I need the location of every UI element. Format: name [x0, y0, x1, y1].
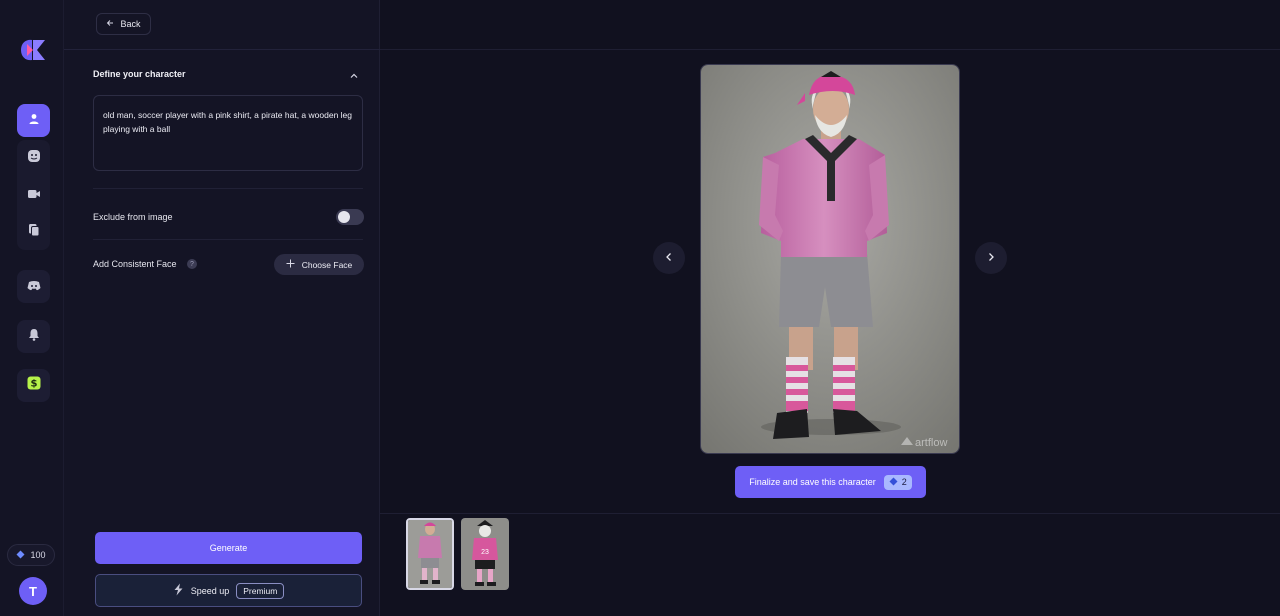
rail-item-notifications[interactable] — [17, 320, 50, 353]
app-root: $ 100 T Back Define your character old m… — [0, 0, 1280, 616]
svg-text:23: 23 — [481, 549, 489, 556]
discord-icon — [27, 278, 41, 296]
previous-image-button[interactable] — [653, 242, 685, 274]
rail-item-discord[interactable] — [17, 270, 50, 303]
next-image-button[interactable] — [975, 242, 1007, 274]
premium-badge: Premium — [236, 582, 285, 599]
thumbnail-1[interactable] — [406, 518, 454, 590]
speed-up-button[interactable]: Speed up Premium — [95, 574, 362, 607]
chevron-up-icon[interactable] — [349, 68, 359, 86]
rail-item-faces[interactable] — [17, 142, 50, 175]
plus-icon — [286, 259, 295, 270]
character-prompt-textarea[interactable]: old man, soccer player with a pink shirt… — [93, 95, 363, 171]
finalize-save-button[interactable]: Finalize and save this character 2 — [735, 466, 926, 498]
choose-face-label: Choose Face — [301, 259, 353, 270]
exclude-toggle[interactable] — [336, 209, 364, 225]
character-preview-image[interactable]: artflow — [700, 64, 960, 454]
emoji-icon — [27, 149, 41, 168]
rail-item-pricing[interactable]: $ — [17, 369, 50, 402]
finalize-label: Finalize and save this character — [749, 477, 876, 487]
diamond-icon — [889, 477, 898, 488]
app-logo-icon[interactable] — [19, 37, 47, 63]
help-icon[interactable]: ? — [187, 259, 197, 269]
bell-icon — [28, 328, 40, 346]
video-icon — [27, 187, 41, 205]
divider — [93, 239, 363, 240]
user-avatar[interactable]: T — [19, 577, 47, 605]
back-label: Back — [120, 19, 141, 29]
choose-face-button[interactable]: Choose Face — [274, 254, 364, 275]
svg-text:$: $ — [30, 379, 37, 390]
credits-count: 100 — [30, 550, 46, 560]
main-preview-area: artflow Finalize and save this character… — [380, 0, 1280, 616]
divider — [93, 188, 363, 189]
speed-up-label: Speed up — [190, 585, 230, 596]
divider — [380, 513, 1280, 514]
exclude-label: Exclude from image — [93, 212, 173, 222]
diamond-icon — [16, 550, 25, 561]
divider — [380, 49, 1280, 50]
credits-badge[interactable]: 100 — [7, 544, 55, 566]
consistent-face-label: Add Consistent Face — [93, 259, 177, 269]
toggle-knob — [338, 211, 350, 223]
cost-badge: 2 — [883, 474, 912, 490]
arrow-left-icon — [106, 19, 114, 29]
lightning-icon — [173, 583, 184, 598]
chevron-right-icon — [986, 249, 996, 267]
thumbnail-2[interactable]: 23 — [461, 518, 509, 590]
cost-value: 2 — [901, 477, 907, 487]
copy-icon — [28, 223, 40, 242]
chevron-left-icon — [664, 249, 674, 267]
character-settings-panel: Back Define your character old man, socc… — [64, 0, 380, 616]
rail-item-character[interactable] — [17, 104, 50, 137]
panel-divider — [64, 49, 380, 50]
generate-button[interactable]: Generate — [95, 532, 362, 564]
dollar-icon: $ — [27, 376, 41, 395]
section-title: Define your character — [93, 69, 186, 79]
watermark-text: artflow — [915, 437, 947, 449]
icon-rail: $ 100 T — [0, 0, 64, 616]
back-button[interactable]: Back — [96, 13, 151, 35]
rail-item-video[interactable] — [17, 179, 50, 212]
rail-item-copies[interactable] — [17, 216, 50, 249]
user-icon — [28, 112, 40, 130]
